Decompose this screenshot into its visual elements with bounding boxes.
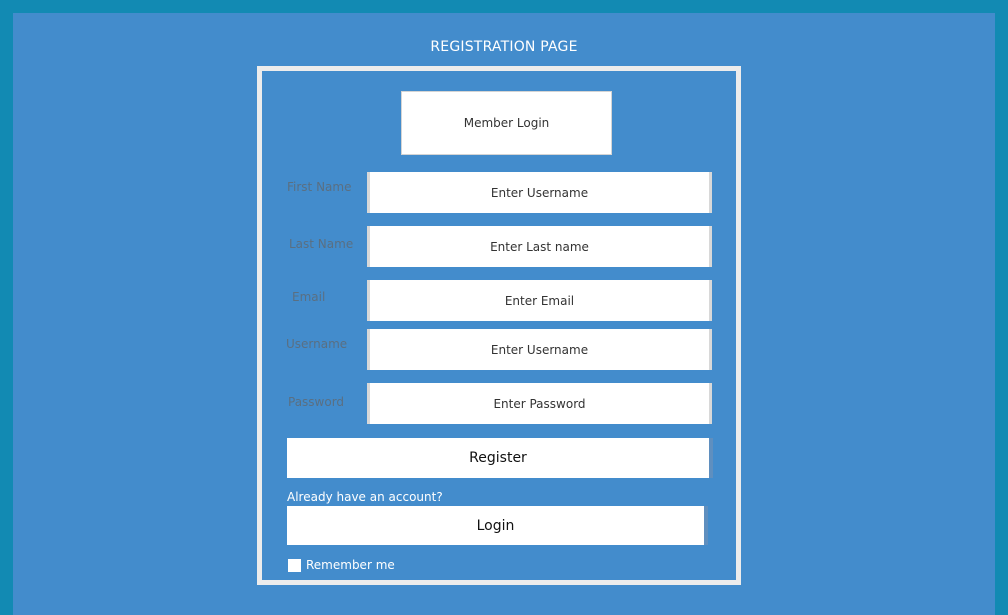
email-input[interactable] <box>367 280 712 321</box>
last-name-input[interactable] <box>367 226 712 267</box>
username-label: Username <box>286 337 348 351</box>
page-title: REGISTRATION PAGE <box>430 39 578 55</box>
registration-page: REGISTRATION PAGE Member Login First Nam… <box>13 13 995 615</box>
first-name-label: First Name <box>287 180 352 194</box>
last-name-label: Last Name <box>289 237 354 251</box>
already-have-account-text: Already have an account? <box>287 490 443 504</box>
registration-form: Member Login First Name Last Name Email … <box>257 66 741 585</box>
remember-me[interactable]: Remember me <box>288 558 395 572</box>
remember-me-checkbox[interactable] <box>288 558 301 572</box>
username-input[interactable] <box>367 329 712 370</box>
first-name-input[interactable] <box>367 172 712 213</box>
email-label: Email <box>292 290 326 304</box>
password-label: Password <box>288 395 345 409</box>
login-button[interactable]: Login <box>287 506 708 545</box>
member-login-label: Member Login <box>463 116 550 130</box>
remember-me-label: Remember me <box>306 558 395 572</box>
member-login-box[interactable]: Member Login <box>401 91 612 155</box>
password-input[interactable] <box>367 383 712 424</box>
register-button[interactable]: Register <box>287 438 713 478</box>
